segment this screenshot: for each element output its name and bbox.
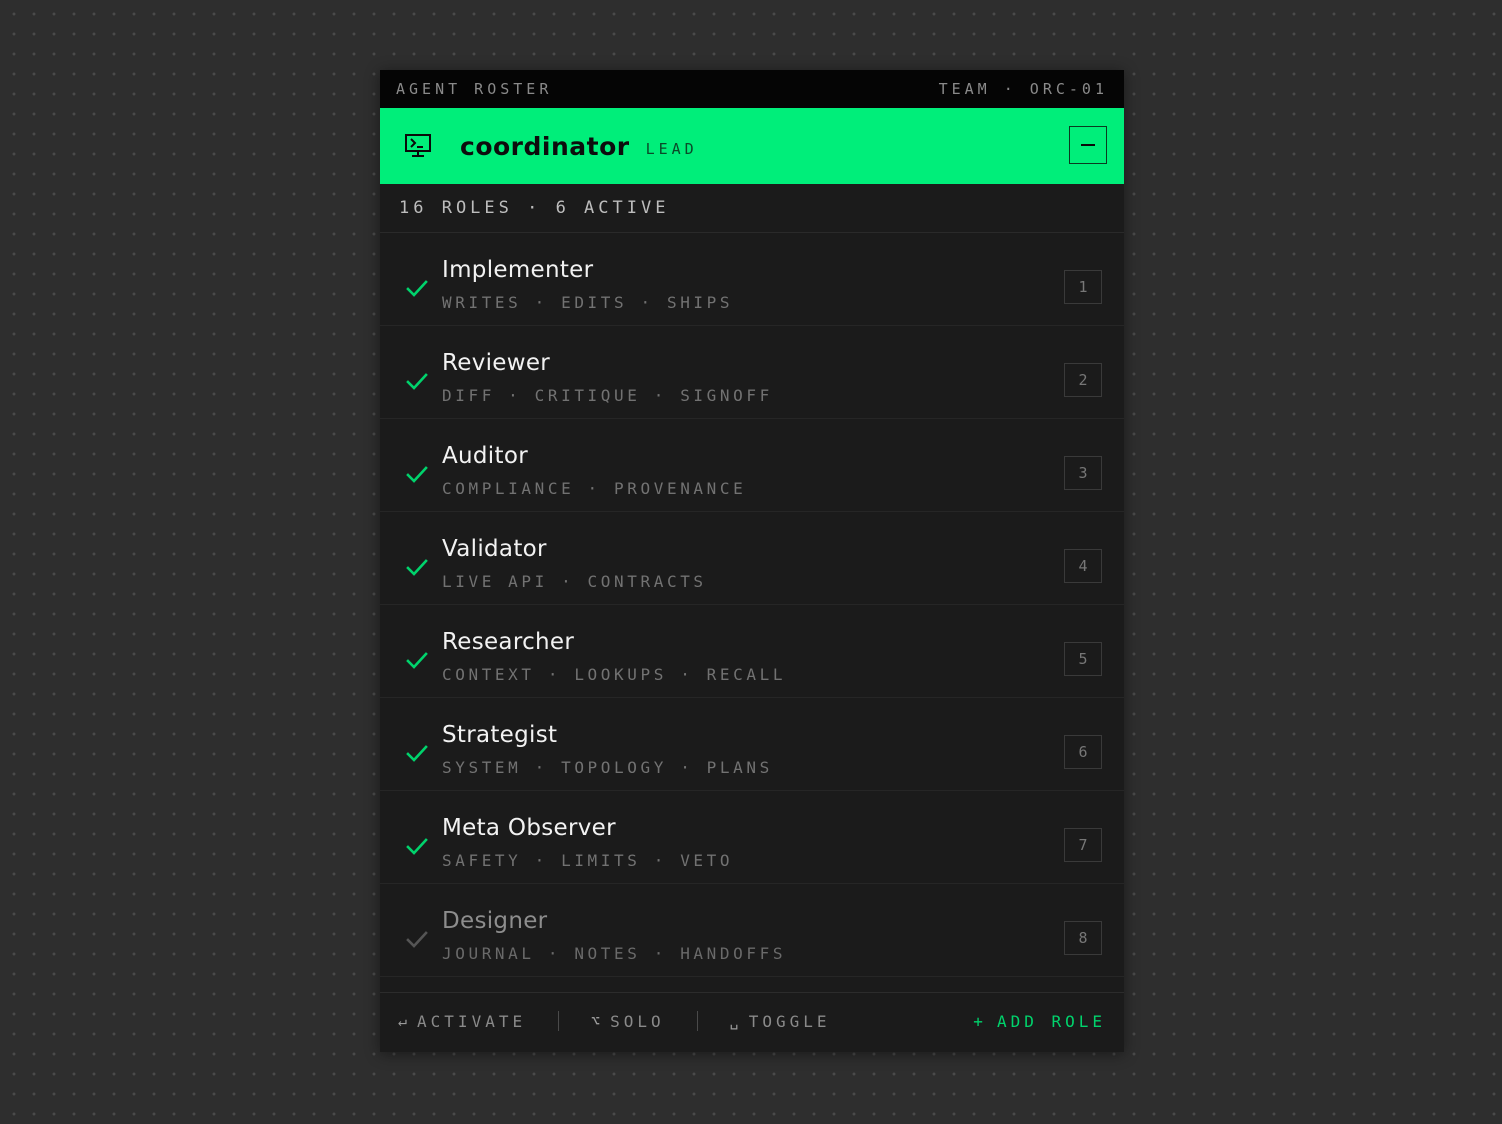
role-row[interactable]: Strategist SYSTEM · TOPOLOGY · PLANS 6 [380,698,1124,791]
role-tags: DIFF · CRITIQUE · SIGNOFF [442,386,773,405]
option-key-icon: ⌥ [591,1012,601,1030]
role-index-badge: 6 [1064,735,1102,769]
role-row[interactable]: Implementer WRITES · EDITS · SHIPS 1 [380,233,1124,326]
divider [558,1011,560,1031]
role-index-badge: 5 [1064,642,1102,676]
role-row[interactable]: Designer JOURNAL · NOTES · HANDOFFS 8 [380,884,1124,977]
role-name: Researcher [442,629,575,655]
divider [696,1011,698,1031]
role-tags: CONTEXT · LOOKUPS · RECALL [442,665,787,684]
check-icon[interactable] [405,835,429,859]
minus-icon [1081,143,1095,147]
panel-title: AGENT ROSTER [396,80,553,98]
coordinator-title: coordinator [460,131,630,161]
role-index-badge: 8 [1064,921,1102,955]
toggle-hint[interactable]: ␣ TOGGLE [730,1012,831,1031]
role-index-badge: 2 [1064,363,1102,397]
role-row[interactable]: Auditor COMPLIANCE · PROVENANCE 3 [380,419,1124,512]
coordinator-header[interactable]: coordinator LEAD [380,108,1124,184]
role-tags: JOURNAL · NOTES · HANDOFFS [442,944,787,963]
terminal-icon [404,132,432,160]
team-id: TEAM · ORC-01 [938,80,1108,98]
add-role-button[interactable]: + ADD ROLE [973,1012,1106,1031]
role-row[interactable]: Validator LIVE API · CONTRACTS 4 [380,512,1124,605]
role-row[interactable]: Meta Observer SAFETY · LIMITS · VETO 7 [380,791,1124,884]
check-icon[interactable] [405,928,429,952]
roles-summary: 16 ROLES · 6 ACTIVE [380,184,1124,233]
role-row[interactable]: Researcher CONTEXT · LOOKUPS · RECALL 5 [380,605,1124,698]
role-tags: SAFETY · LIMITS · VETO [442,851,734,870]
role-name: Validator [442,536,547,562]
panel-topbar: AGENT ROSTER TEAM · ORC-01 [380,70,1124,108]
check-icon[interactable] [405,742,429,766]
role-index-badge: 1 [1064,270,1102,304]
agent-roster-panel: AGENT ROSTER TEAM · ORC-01 coordinator L… [380,70,1124,1052]
role-name: Reviewer [442,350,551,376]
role-name: Meta Observer [442,815,616,841]
role-name: Designer [442,908,548,934]
footer-toolbar: ↵ ACTIVATE ⌥ SOLO ␣ TOGGLE + ADD ROLE [380,992,1124,1049]
check-icon[interactable] [405,463,429,487]
role-name: Auditor [442,443,528,469]
role-tags: SYSTEM · TOPOLOGY · PLANS [442,758,773,777]
lead-badge: LEAD [645,140,698,158]
return-key-icon: ↵ [398,1012,408,1030]
role-index-badge: 7 [1064,828,1102,862]
role-index-badge: 3 [1064,456,1102,490]
role-name: Strategist [442,722,558,748]
check-icon[interactable] [405,370,429,394]
check-icon[interactable] [405,277,429,301]
check-icon[interactable] [405,649,429,673]
check-icon[interactable] [405,556,429,580]
activate-hint[interactable]: ↵ ACTIVATE [398,1012,526,1031]
role-tags: WRITES · EDITS · SHIPS [442,293,734,312]
activate-label: ACTIVATE [417,1011,527,1031]
plus-icon: + [973,1011,983,1031]
role-tags: LIVE API · CONTRACTS [442,572,707,591]
role-list: Implementer WRITES · EDITS · SHIPS 1 Review… [380,233,1124,977]
space-key-icon: ␣ [729,1012,739,1030]
solo-label: SOLO [610,1011,665,1031]
add-role-label: ADD ROLE [996,1011,1106,1031]
solo-hint[interactable]: ⌥ SOLO [591,1012,665,1031]
role-row[interactable]: Reviewer DIFF · CRITIQUE · SIGNOFF 2 [380,326,1124,419]
role-name: Implementer [442,257,594,283]
role-tags: COMPLIANCE · PROVENANCE [442,479,747,498]
collapse-button[interactable] [1069,126,1107,164]
role-index-badge: 4 [1064,549,1102,583]
toggle-label: TOGGLE [748,1011,831,1031]
